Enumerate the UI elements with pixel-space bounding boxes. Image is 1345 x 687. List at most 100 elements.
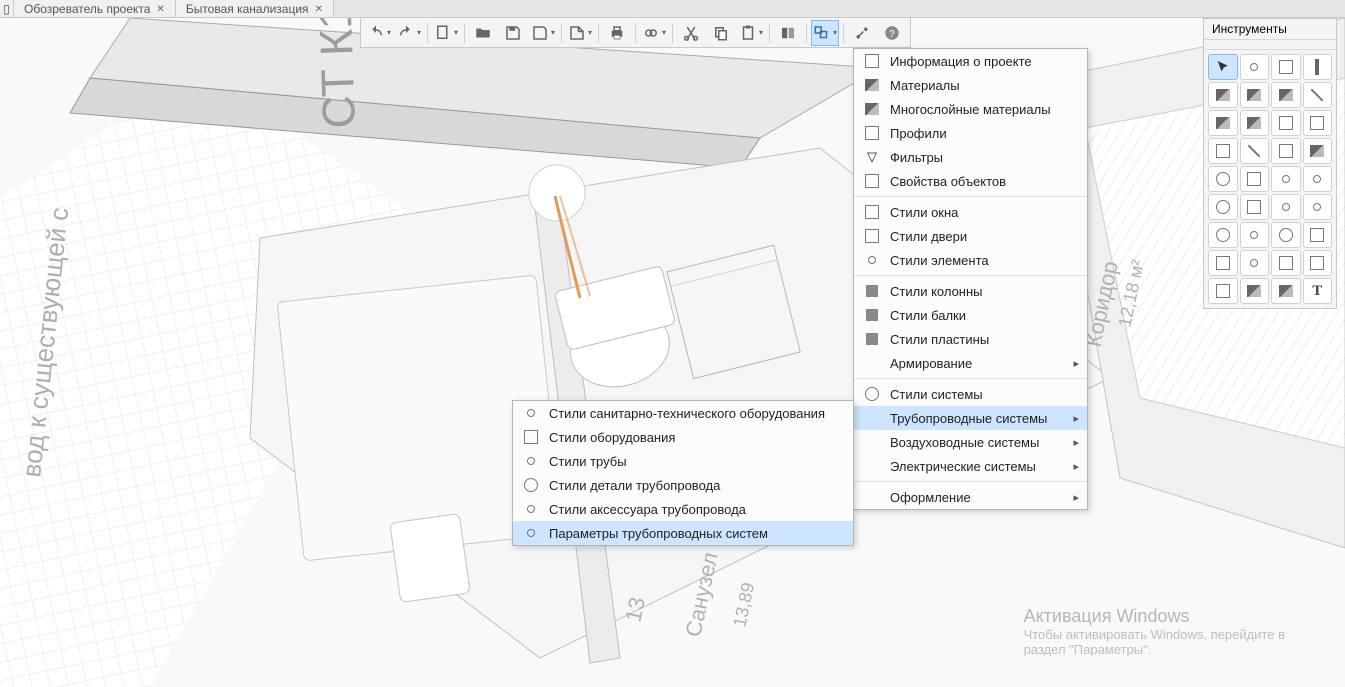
tool-wall[interactable]	[1271, 82, 1301, 108]
tool-slab[interactable]	[1208, 82, 1238, 108]
tool-equipment[interactable]	[1240, 166, 1270, 192]
tool-plumbing[interactable]	[1208, 166, 1238, 192]
duct-icon	[860, 430, 884, 454]
tool-box[interactable]	[1271, 54, 1301, 80]
tab-plumbing[interactable]: Бытовая канализация ✕	[176, 0, 334, 17]
scene-label-floor: 13	[620, 595, 650, 624]
tool-column[interactable]	[1303, 54, 1333, 80]
redo-button[interactable]	[395, 20, 423, 46]
save-button[interactable]	[499, 20, 527, 46]
tool-tag[interactable]	[1303, 250, 1333, 276]
tool-schedule[interactable]	[1208, 250, 1238, 276]
link-button[interactable]	[640, 20, 668, 46]
menu-door-styles[interactable]: Стили двери	[854, 224, 1087, 248]
menu-element-styles[interactable]: Стили элемента	[854, 248, 1087, 272]
scene-label-stk1: СТ К1	[309, 18, 365, 129]
tool-fitting[interactable]	[1303, 194, 1333, 220]
menu-project-info[interactable]: Информация о проекте	[854, 49, 1087, 73]
system-icon	[860, 382, 884, 406]
menu-filters[interactable]: ▽Фильтры	[854, 145, 1087, 169]
window-icon	[860, 200, 884, 224]
submenu-pipe-styles[interactable]: Стили трубы	[513, 449, 853, 473]
close-icon[interactable]: ✕	[156, 4, 164, 15]
plate-icon	[860, 327, 884, 351]
menu-materials[interactable]: Материалы	[854, 73, 1087, 97]
menu-object-props[interactable]: Свойства объектов	[854, 169, 1087, 193]
tool-device[interactable]	[1303, 222, 1333, 248]
new-button[interactable]	[432, 20, 460, 46]
submenu-pipe-accessory-styles[interactable]: Стили аксессуара трубопровода	[513, 497, 853, 521]
tool-measure[interactable]	[1240, 54, 1270, 80]
menu-system-styles[interactable]: Стили системы	[854, 382, 1087, 406]
tool-sweep[interactable]	[1303, 138, 1333, 164]
styles-menu: Информация о проекте Материалы Многослой…	[853, 48, 1088, 510]
info-icon	[860, 49, 884, 73]
menu-beam-styles[interactable]: Стили балки	[854, 303, 1087, 327]
menu-reinforcement[interactable]: Армирование	[854, 351, 1087, 375]
menu-pipe-systems[interactable]: Трубопроводные системы	[854, 406, 1087, 430]
tab-label: Бытовая канализация	[186, 2, 309, 16]
viewport-3d[interactable]: СТ К1 вод к существующей с Коридор 12,18…	[0, 18, 1345, 687]
tab-project-browser[interactable]: Обозреватель проекта ✕	[14, 0, 176, 17]
tool-flex[interactable]	[1271, 194, 1301, 220]
tool-hatch[interactable]	[1271, 278, 1301, 304]
submenu-pipe-detail-styles[interactable]: Стили детали трубопровода	[513, 473, 853, 497]
tool-window[interactable]	[1271, 110, 1301, 136]
props-icon	[860, 169, 884, 193]
tool-line[interactable]	[1303, 82, 1333, 108]
submenu-equipment-styles[interactable]: Стили оборудования	[513, 425, 853, 449]
tool-select[interactable]	[1208, 54, 1238, 80]
tool-light[interactable]	[1240, 222, 1270, 248]
params-icon	[519, 521, 543, 545]
tool-room[interactable]	[1271, 250, 1301, 276]
copy-button[interactable]	[707, 20, 735, 46]
pipe-icon	[519, 449, 543, 473]
element-icon	[860, 248, 884, 272]
decor-icon	[860, 485, 884, 509]
print-button[interactable]	[603, 20, 631, 46]
open-button[interactable]	[469, 20, 497, 46]
close-icon[interactable]: ✕	[315, 4, 323, 15]
menu-duct-systems[interactable]: Воздуховодные системы	[854, 430, 1087, 454]
accessory-icon	[519, 497, 543, 521]
manage-styles-button[interactable]	[811, 20, 839, 46]
tool-edge[interactable]	[1240, 138, 1270, 164]
tool-duct[interactable]	[1240, 194, 1270, 220]
align-button[interactable]	[774, 20, 802, 46]
save-as-button[interactable]	[529, 20, 557, 46]
menu-column-styles[interactable]: Стили колонны	[854, 279, 1087, 303]
tool-stair[interactable]	[1208, 138, 1238, 164]
tool-fixture[interactable]	[1271, 166, 1301, 192]
tool-section[interactable]	[1240, 278, 1270, 304]
tool-roof[interactable]	[1240, 110, 1270, 136]
submenu-pipe-system-params[interactable]: Параметры трубопроводных систем	[513, 521, 853, 545]
tool-socket[interactable]	[1271, 222, 1301, 248]
tool-text[interactable]: T	[1303, 278, 1333, 304]
tool-extrude[interactable]	[1271, 138, 1301, 164]
menu-layered-materials[interactable]: Многослойные материалы	[854, 97, 1087, 121]
paste-button[interactable]	[737, 20, 765, 46]
menu-electrical-systems[interactable]: Электрические системы	[854, 454, 1087, 478]
cut-button[interactable]	[677, 20, 705, 46]
tool-slab2[interactable]	[1240, 82, 1270, 108]
filter-icon: ▽	[860, 145, 884, 169]
menu-decoration[interactable]: Оформление	[854, 485, 1087, 509]
help-button[interactable]: ?	[878, 20, 906, 46]
tool-door[interactable]	[1303, 110, 1333, 136]
tool-connector[interactable]	[1303, 166, 1333, 192]
tool-dim[interactable]	[1208, 278, 1238, 304]
tool-electric[interactable]	[1208, 222, 1238, 248]
tool-pipe[interactable]	[1208, 194, 1238, 220]
undo-button[interactable]	[365, 20, 393, 46]
submenu-sanitary-styles[interactable]: Стили санитарно-технического оборудовани…	[513, 401, 853, 425]
menu-plate-styles[interactable]: Стили пластины	[854, 327, 1087, 351]
watermark-line3: раздел "Параметры".	[1024, 642, 1285, 657]
tool-3d[interactable]	[1240, 250, 1270, 276]
export-button[interactable]	[566, 20, 594, 46]
menu-window-styles[interactable]: Стили окна	[854, 200, 1087, 224]
menu-profiles[interactable]: Профили	[854, 121, 1087, 145]
tool-eraser[interactable]	[1208, 110, 1238, 136]
main-toolbar: ?	[360, 18, 911, 48]
settings-button[interactable]	[848, 20, 876, 46]
tab-view-icon[interactable]: ▯	[0, 0, 14, 17]
